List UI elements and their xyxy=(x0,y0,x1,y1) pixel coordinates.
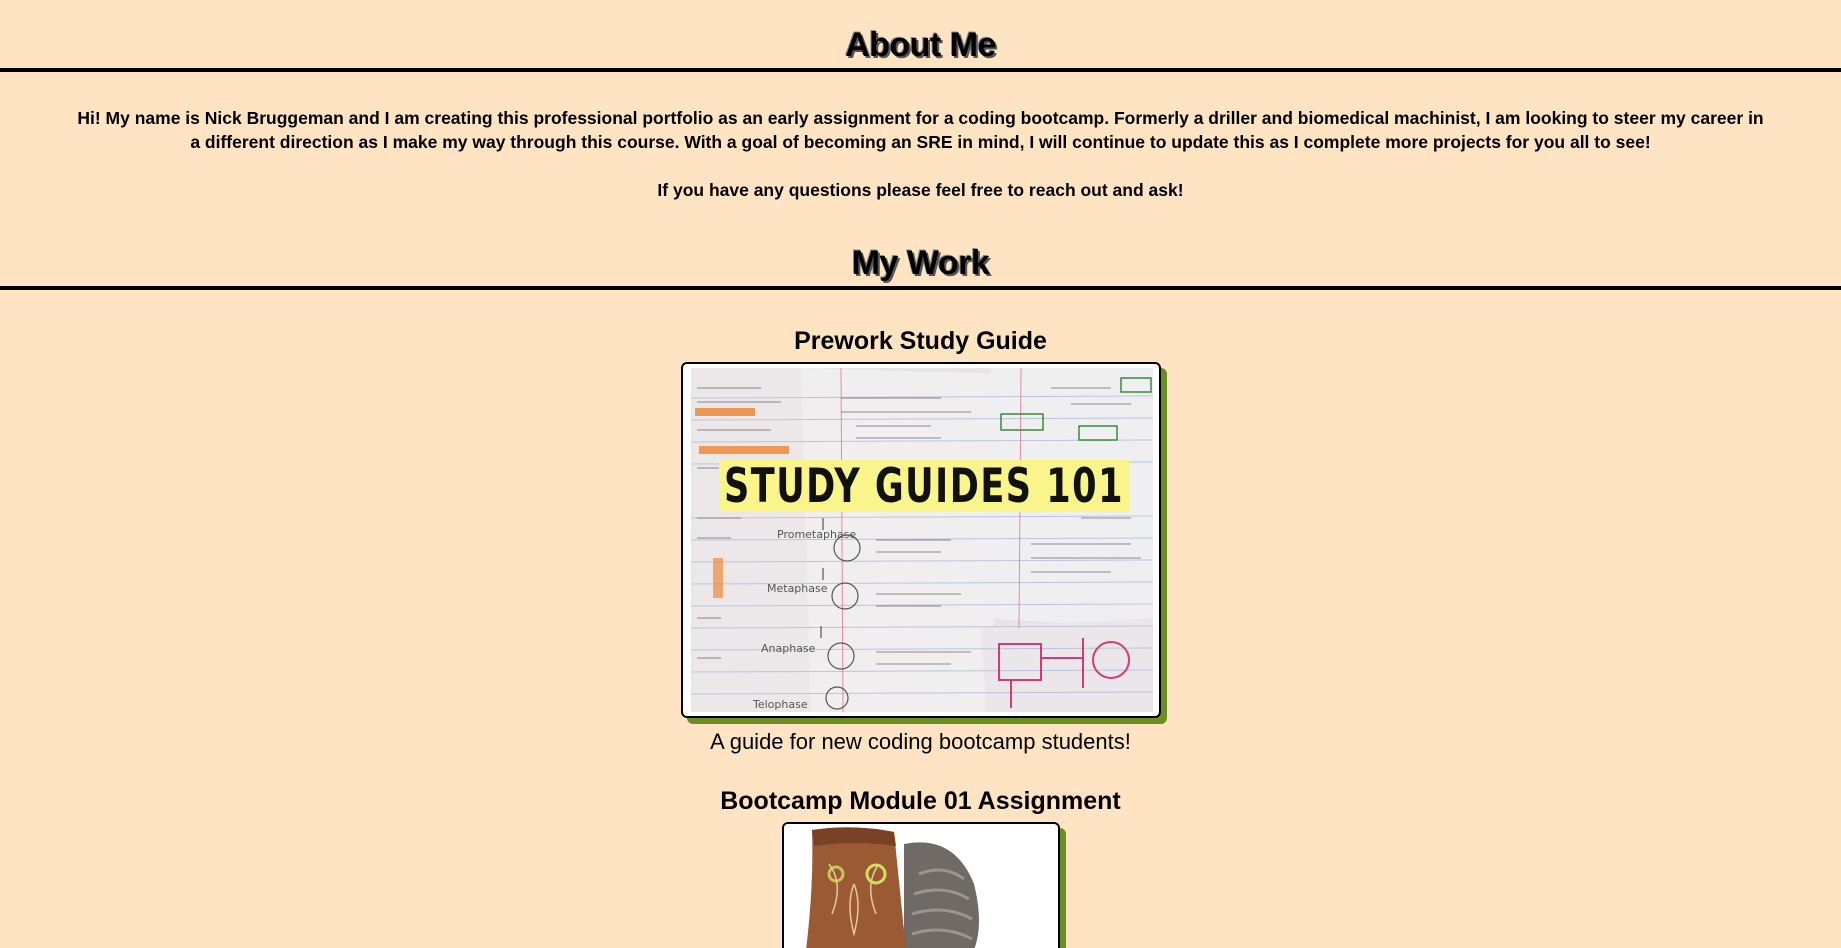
study-guide-banner: STUDY GUIDES 101 xyxy=(724,459,1124,514)
cowboy-boots-image xyxy=(783,824,1054,948)
svg-text:Anaphase: Anaphase xyxy=(761,642,816,655)
svg-text:Metaphase: Metaphase xyxy=(767,582,828,595)
work-description-study-guide: A guide for new coding bootcamp students… xyxy=(710,729,1131,754)
study-guide-thumbnail[interactable]: Prometaphase Metaphase Anaphase Telophas… xyxy=(680,362,1161,718)
about-heading: About Me xyxy=(845,26,996,64)
work-section: My Work Prework Study Guide Prometaphase… xyxy=(0,242,1841,948)
portfolio-page: About Me Hi! My name is Nick Bruggeman a… xyxy=(0,0,1841,948)
work-item-module-01: Bootcamp Module 01 Assignment xyxy=(0,786,1841,948)
work-divider xyxy=(0,286,1841,290)
work-title-study-guide[interactable]: Prework Study Guide xyxy=(794,326,1047,356)
module-01-thumbnail[interactable] xyxy=(781,822,1060,948)
study-guide-image: Prometaphase Metaphase Anaphase Telophas… xyxy=(690,368,1153,712)
svg-text:Telophase: Telophase xyxy=(752,698,808,711)
about-paragraph-contact: If you have any questions please feel fr… xyxy=(657,180,1184,200)
about-divider xyxy=(0,68,1841,72)
work-heading: My Work xyxy=(851,244,990,282)
work-item-study-guide: Prework Study Guide Prometaphase Metapha… xyxy=(0,326,1841,756)
svg-text:Prometaphase: Prometaphase xyxy=(777,528,856,541)
about-text: Hi! My name is Nick Bruggeman and I am c… xyxy=(72,106,1769,202)
work-title-module-01[interactable]: Bootcamp Module 01 Assignment xyxy=(720,786,1121,816)
about-paragraph-intro: Hi! My name is Nick Bruggeman and I am c… xyxy=(77,108,1764,152)
